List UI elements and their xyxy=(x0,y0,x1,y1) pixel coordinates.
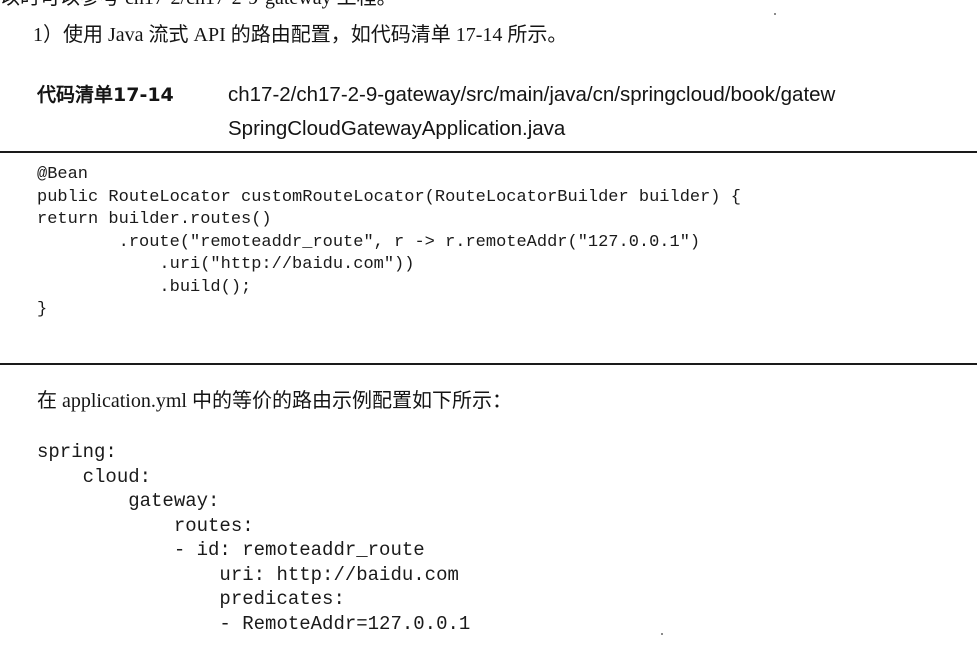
code-line: return builder.routes() xyxy=(37,210,272,229)
code-line: .route("remoteaddr_route", r -> r.remote… xyxy=(37,232,701,252)
scan-speck xyxy=(661,633,663,635)
code-line: routes: xyxy=(37,514,254,537)
code-line: @Bean xyxy=(37,165,89,184)
code-block-bottom-rule xyxy=(0,363,977,365)
code-line: - id: remoteaddr_route xyxy=(37,539,425,561)
code-line: spring: xyxy=(37,441,117,463)
code-block-top-rule xyxy=(0,151,977,153)
cropped-heading-text: 以时可以参考 ch17-2/ch17-2-9-gateway 工程。 xyxy=(0,0,397,9)
code-line: public RouteLocator customRouteLocator(R… xyxy=(37,187,741,207)
document-page: 以时可以参考 ch17-2/ch17-2-9-gateway 工程。 1）使用 … xyxy=(0,0,977,671)
code-listing-label: 代码清单17-14 xyxy=(37,84,174,106)
code-line: - RemoteAddr=127.0.0.1 xyxy=(37,612,471,635)
code-line: cloud: xyxy=(37,465,152,488)
code-line: } xyxy=(37,300,48,319)
code-line: .uri("http://baidu.com")) xyxy=(37,255,415,274)
intro-line: 1）使用 Java 流式 API 的路由配置，如代码清单 17-14 所示。 xyxy=(33,24,568,46)
code-line: gateway: xyxy=(37,490,220,512)
yaml-code-block: spring: cloud: gateway: routes: - id: re… xyxy=(37,440,470,636)
scan-speck xyxy=(774,13,776,15)
java-code-block: @Bean public RouteLocator customRouteLoca… xyxy=(37,164,741,322)
code-line: uri: http://baidu.com xyxy=(37,563,459,586)
code-line: .build(); xyxy=(37,277,252,297)
paragraph-text: 在 application.yml 中的等价的路由示例配置如下所示： xyxy=(37,390,512,412)
code-listing-path-line-2: SpringCloudGatewayApplication.java xyxy=(228,117,566,140)
code-listing-path-line-1: ch17-2/ch17-2-9-gateway/src/main/java/cn… xyxy=(228,83,836,106)
code-line: predicates: xyxy=(37,588,345,610)
